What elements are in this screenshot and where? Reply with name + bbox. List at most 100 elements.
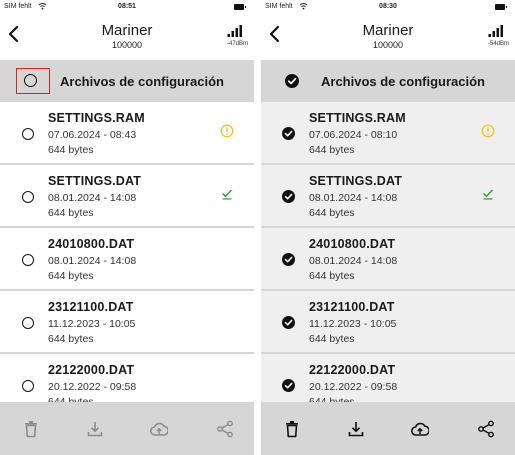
- signal-strength: -47dBm: [226, 41, 248, 47]
- file-checkbox[interactable]: [22, 317, 34, 329]
- file-size: 644 bytes: [48, 333, 94, 345]
- file-row[interactable]: SETTINGS.DAT 08.01.2024 - 14:08 644 bytes: [261, 165, 515, 226]
- share-button[interactable]: [477, 420, 495, 438]
- trash-icon: [25, 421, 37, 438]
- signal-icon: [226, 24, 244, 38]
- device-title: Mariner: [362, 22, 414, 39]
- file-checkbox[interactable]: [22, 254, 34, 266]
- file-checkbox-checked[interactable]: [282, 316, 295, 329]
- file-size: 644 bytes: [309, 333, 355, 345]
- section-header: Archivos de configuración: [261, 60, 515, 102]
- warning-icon: [481, 124, 495, 138]
- warning-icon: [220, 124, 234, 138]
- share-icon: [217, 420, 233, 438]
- file-size: 644 bytes: [309, 144, 355, 156]
- section-title: Archivos de configuración: [321, 74, 485, 89]
- battery-icon: [495, 4, 507, 10]
- file-row[interactable]: 22122000.DAT 20.12.2022 - 09:58 644 bytes: [0, 354, 254, 402]
- file-size: 644 bytes: [48, 144, 94, 156]
- file-name: 23121100.DAT: [48, 300, 134, 314]
- download-icon: [87, 422, 103, 437]
- select-all-checkbox-checked[interactable]: [285, 74, 299, 88]
- synced-check-icon: [481, 187, 495, 201]
- file-name: 23121100.DAT: [309, 300, 395, 314]
- file-date: 08.01.2024 - 14:08: [48, 192, 137, 204]
- file-checkbox-checked[interactable]: [282, 190, 295, 203]
- file-date: 07.06.2024 - 08:43: [48, 129, 137, 141]
- synced-check-icon: [220, 187, 234, 201]
- file-size: 644 bytes: [48, 270, 94, 282]
- file-row[interactable]: 23121100.DAT 11.12.2023 - 10:05 644 bytes: [0, 291, 254, 352]
- synced-check-icon-glyph: [222, 189, 233, 200]
- navigation-bar: Mariner 100000 -54dBm: [261, 14, 515, 60]
- file-list: SETTINGS.RAM 07.06.2024 - 08:10 644 bytes S…: [261, 102, 515, 402]
- file-name: 24010800.DAT: [48, 237, 135, 251]
- file-date: 08.01.2024 - 14:08: [309, 192, 398, 204]
- file-date: 07.06.2024 - 08:10: [309, 129, 398, 141]
- bottom-toolbar: [261, 402, 515, 455]
- cloud-upload-icon: [150, 422, 169, 436]
- cloud-upload-button[interactable]: [150, 420, 169, 438]
- phone-screen-selected: SIM fehlt 08:30 Mariner 100000 -54dBm Archivo…: [261, 0, 515, 455]
- checkmark-glyph: [284, 319, 293, 326]
- status-bar: SIM fehlt 08:51: [0, 0, 254, 14]
- file-row[interactable]: 24010800.DAT 08.01.2024 - 14:08 644 bytes: [261, 228, 515, 289]
- trash-icon: [286, 421, 298, 438]
- file-checkbox[interactable]: [22, 128, 34, 140]
- status-time: 08:30: [379, 3, 397, 10]
- file-date: 20.12.2022 - 09:58: [48, 381, 137, 393]
- cloud-upload-button[interactable]: [411, 420, 430, 438]
- file-list: SETTINGS.RAM 07.06.2024 - 08:43 644 bytes S…: [0, 102, 254, 402]
- file-checkbox-checked[interactable]: [282, 127, 295, 140]
- file-name: SETTINGS.DAT: [309, 174, 403, 188]
- signal-icon-glyph: [227, 25, 242, 37]
- file-name: SETTINGS.DAT: [48, 174, 142, 188]
- file-size: 644 bytes: [309, 207, 355, 219]
- file-checkbox-checked[interactable]: [282, 379, 295, 392]
- file-date: 08.01.2024 - 14:08: [309, 255, 398, 267]
- share-button[interactable]: [216, 420, 234, 438]
- file-checkbox-checked[interactable]: [282, 253, 295, 266]
- checkmark-glyph: [287, 77, 297, 85]
- section-header: Archivos de configuración: [0, 60, 254, 102]
- signal-icon-glyph: [488, 25, 503, 37]
- checkmark-glyph: [284, 382, 293, 389]
- checkmark-glyph: [284, 193, 293, 200]
- file-row[interactable]: 22122000.DAT 20.12.2022 - 09:58 644 bytes: [261, 354, 515, 402]
- navigation-bar: Mariner 100000 -47dBm: [0, 14, 254, 60]
- file-date: 08.01.2024 - 14:08: [48, 255, 137, 267]
- file-row[interactable]: 23121100.DAT 11.12.2023 - 10:05 644 bytes: [261, 291, 515, 352]
- bottom-toolbar: [0, 402, 254, 455]
- file-size: 644 bytes: [309, 270, 355, 282]
- file-name: SETTINGS.RAM: [309, 111, 406, 125]
- share-icon: [478, 420, 494, 438]
- file-date: 11.12.2023 - 10:05: [48, 318, 136, 330]
- status-time: 08:51: [118, 3, 136, 10]
- status-bar: SIM fehlt 08:30: [261, 0, 515, 14]
- file-size: 644 bytes: [48, 207, 94, 219]
- download-button[interactable]: [347, 420, 365, 438]
- download-icon: [348, 422, 364, 437]
- device-title: Mariner: [101, 22, 153, 39]
- select-all-checkbox[interactable]: [24, 74, 37, 87]
- device-serial: 100000: [111, 40, 143, 50]
- file-row[interactable]: SETTINGS.RAM 07.06.2024 - 08:10 644 bytes: [261, 102, 515, 163]
- battery-icon: [234, 4, 246, 10]
- section-title: Archivos de configuración: [60, 74, 224, 89]
- file-checkbox[interactable]: [22, 191, 34, 203]
- phone-screen-unselected: SIM fehlt 08:51 Mariner 100000 -47dBm Archivo…: [0, 0, 254, 455]
- file-row[interactable]: SETTINGS.DAT 08.01.2024 - 14:08 644 bytes: [0, 165, 254, 226]
- file-row[interactable]: 24010800.DAT 08.01.2024 - 14:08 644 bytes: [0, 228, 254, 289]
- synced-check-icon-glyph: [483, 189, 494, 200]
- trash-button[interactable]: [283, 420, 301, 438]
- download-button[interactable]: [86, 420, 104, 438]
- checkmark-glyph: [284, 130, 293, 137]
- file-checkbox[interactable]: [22, 380, 34, 392]
- file-name: 22122000.DAT: [309, 363, 396, 377]
- warning-icon-glyph: [220, 124, 234, 138]
- file-name: 22122000.DAT: [48, 363, 135, 377]
- file-row[interactable]: SETTINGS.RAM 07.06.2024 - 08:43 644 bytes: [0, 102, 254, 163]
- file-name: SETTINGS.RAM: [48, 111, 145, 125]
- trash-button[interactable]: [22, 420, 40, 438]
- file-name: 24010800.DAT: [309, 237, 396, 251]
